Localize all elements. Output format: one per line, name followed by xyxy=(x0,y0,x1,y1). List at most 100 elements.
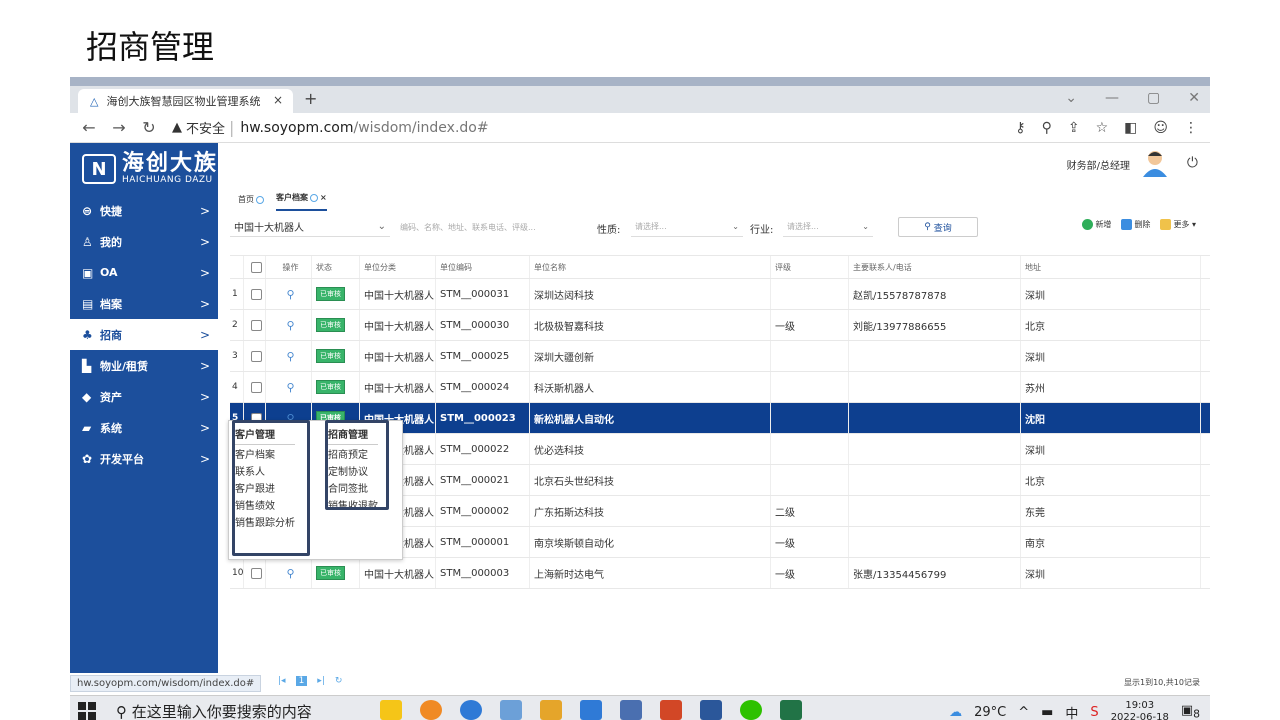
view-icon[interactable]: ⚲ xyxy=(286,567,294,580)
address-bar: ← → ↻ ▲ 不安全 | hw.soyopm.com/wisdom/index… xyxy=(70,113,1210,143)
system-tray: ☁ 29°C ^ ▬ 中 S 19:03 2022-06-18 ▣8 xyxy=(949,700,1200,720)
tab-search-icon[interactable]: ⌄ xyxy=(1065,90,1077,106)
sidebar-item-7[interactable]: ▰ 系统 > xyxy=(70,412,218,443)
nature-select[interactable]: 请选择... ⌄ xyxy=(631,217,743,237)
select-all-checkbox[interactable] xyxy=(251,261,262,273)
sidebar-item-label: OA xyxy=(100,266,118,279)
reload-icon[interactable]: ↻ xyxy=(138,118,160,137)
row-checkbox[interactable] xyxy=(251,288,262,300)
view-icon[interactable]: ⚲ xyxy=(286,319,294,332)
avatar[interactable] xyxy=(1142,149,1168,177)
clock[interactable]: 19:03 2022-06-18 xyxy=(1111,700,1169,720)
ime-indicator[interactable]: 中 xyxy=(1065,703,1078,720)
sidebar-item-2[interactable]: ▣ OA > xyxy=(70,257,218,288)
sidebar: N 海创大族 HAICHUANG DAZU ⊜ 快捷 > ♙ 我的 > ▣ OA >… xyxy=(70,143,218,673)
view-icon[interactable]: ⚲ xyxy=(286,350,294,363)
word-icon[interactable] xyxy=(700,700,722,720)
antivirus-icon[interactable]: S xyxy=(1090,705,1098,720)
chevron-up-icon[interactable]: ^ xyxy=(1018,705,1029,720)
slide-title: 招商管理 xyxy=(86,28,215,66)
table-row[interactable]: 4 ⚲ 已审核 中国十大机器人 STM__000024 科沃斯机器人 苏州 xyxy=(230,372,1210,403)
refresh-icon[interactable]: ↻ xyxy=(335,676,343,686)
record-count: 显示1到10,共10记录 xyxy=(1124,678,1200,687)
row-checkbox[interactable] xyxy=(251,567,262,579)
back-icon[interactable]: ← xyxy=(78,118,100,137)
restore-icon[interactable]: ▢ xyxy=(1147,90,1160,106)
view-icon[interactable]: ⚲ xyxy=(286,381,294,394)
security-warning[interactable]: ▲ 不安全 xyxy=(172,118,225,137)
warning-icon: ▲ xyxy=(172,120,182,135)
row-checkbox[interactable] xyxy=(251,381,262,393)
app-icon[interactable] xyxy=(380,700,402,720)
sidebar-item-1[interactable]: ♙ 我的 > xyxy=(70,226,218,257)
weather-icon: ☁ xyxy=(949,704,963,720)
notification-icon[interactable]: ▣8 xyxy=(1181,703,1200,720)
sidebar-item-0[interactable]: ⊜ 快捷 > xyxy=(70,195,218,226)
page-number[interactable]: 1 xyxy=(295,676,308,686)
sidebar-item-label: 开发平台 xyxy=(100,452,144,466)
query-button[interactable]: ⚲ 查询 xyxy=(898,217,978,237)
chevron-right-icon: > xyxy=(199,358,210,373)
weather-temp[interactable]: 29°C xyxy=(974,705,1006,720)
chevron-right-icon: > xyxy=(199,296,210,311)
search-input[interactable]: 编码、名称、地址、联系电话、评级... xyxy=(400,217,575,237)
chrome-icon[interactable] xyxy=(420,700,442,720)
wechat-icon[interactable] xyxy=(740,700,762,720)
industry-select[interactable]: 请选择... ⌄ xyxy=(783,217,873,237)
tab-customer-archive[interactable]: 客户档案 × xyxy=(276,192,327,211)
sidebar-item-4[interactable]: ♣ 招商 > xyxy=(70,319,218,350)
chevron-right-icon: > xyxy=(199,420,210,435)
taskbar-search[interactable]: ⚲ 在这里输入你要搜索的内容 xyxy=(116,701,312,720)
key-icon[interactable]: ⚷ xyxy=(1015,120,1025,136)
add-button[interactable]: 新增 xyxy=(1082,219,1111,230)
row-checkbox[interactable] xyxy=(251,319,262,331)
zoom-icon[interactable]: ⚲ xyxy=(1042,120,1052,136)
table-row[interactable]: 2 ⚲ 已审核 中国十大机器人 STM__000030 北极极智嘉科技 一级 刘… xyxy=(230,310,1210,341)
tab-home[interactable]: 首页 xyxy=(238,194,264,211)
profile-icon[interactable]: ☺ xyxy=(1153,120,1168,136)
status-badge: 已审核 xyxy=(316,349,345,363)
folder-icon[interactable] xyxy=(540,700,562,720)
battery-icon[interactable]: ▬ xyxy=(1041,705,1053,720)
table-row[interactable]: 10 ⚲ 已审核 中国十大机器人 STM__000003 上海新时达电气 一级 … xyxy=(230,558,1210,589)
excel-icon[interactable] xyxy=(780,700,802,720)
app-icon[interactable] xyxy=(620,700,642,720)
close-icon[interactable]: × xyxy=(320,193,327,202)
sidebar-item-8[interactable]: ✿ 开发平台 > xyxy=(70,443,218,474)
edge-icon[interactable] xyxy=(460,700,482,720)
table-row[interactable]: 1 ⚲ 已审核 中国十大机器人 STM__000031 深圳达闼科技 赵凯/15… xyxy=(230,279,1210,310)
app-icon[interactable] xyxy=(500,700,522,720)
star-icon[interactable]: ☆ xyxy=(1096,120,1109,136)
url-field[interactable]: hw.soyopm.com/wisdom/index.do# xyxy=(240,120,488,136)
row-checkbox[interactable] xyxy=(251,350,262,362)
windows-start-icon[interactable] xyxy=(78,702,96,720)
share-icon[interactable]: ⇪ xyxy=(1068,120,1080,136)
sidebar-item-label: 系统 xyxy=(100,421,122,435)
close-tab-icon[interactable]: × xyxy=(273,93,283,107)
last-page-icon[interactable]: ▸| xyxy=(317,676,325,686)
power-icon[interactable]: ⏻ xyxy=(1187,155,1198,171)
table-header: 操作 状态 单位分类 单位编码 单位名称 评级 主要联系人/电话 地址 xyxy=(230,255,1210,279)
more-button[interactable]: 更多 ▾ xyxy=(1160,219,1196,230)
sidebar-item-6[interactable]: ◆ 资产 > xyxy=(70,381,218,412)
minimize-icon[interactable]: — xyxy=(1105,90,1119,106)
table-row[interactable]: 3 ⚲ 已审核 中国十大机器人 STM__000025 深圳大疆创新 深圳 xyxy=(230,341,1210,372)
menu-icon[interactable]: ⋮ xyxy=(1184,120,1198,136)
company-select[interactable]: 中国十大机器人 ⌄ xyxy=(230,217,390,237)
sidebar-item-3[interactable]: ▤ 档案 > xyxy=(70,288,218,319)
sidepanel-icon[interactable]: ◧ xyxy=(1124,120,1137,136)
powerpoint-icon[interactable] xyxy=(660,700,682,720)
browser-tab[interactable]: △ 海创大族智慧园区物业管理系统 × xyxy=(78,89,293,113)
first-page-icon[interactable]: |◂ xyxy=(278,676,286,686)
sidebar-item-5[interactable]: ▙ 物业/租赁 > xyxy=(70,350,218,381)
forward-icon[interactable]: → xyxy=(108,118,130,137)
photos-icon[interactable] xyxy=(580,700,602,720)
screenshot-frame: △ 海创大族智慧园区物业管理系统 × + ⌄ — ▢ ✕ ← → ↻ ▲ 不安全… xyxy=(70,77,1210,720)
view-icon[interactable]: ⚲ xyxy=(286,288,294,301)
archive-icon: ▤ xyxy=(82,296,94,311)
new-tab-button[interactable]: + xyxy=(304,89,317,108)
close-window-icon[interactable]: ✕ xyxy=(1188,90,1200,106)
user-label[interactable]: 财务部/总经理 xyxy=(1067,157,1130,172)
delete-button[interactable]: 删除 xyxy=(1121,219,1150,230)
system-icon: ▰ xyxy=(82,420,92,435)
